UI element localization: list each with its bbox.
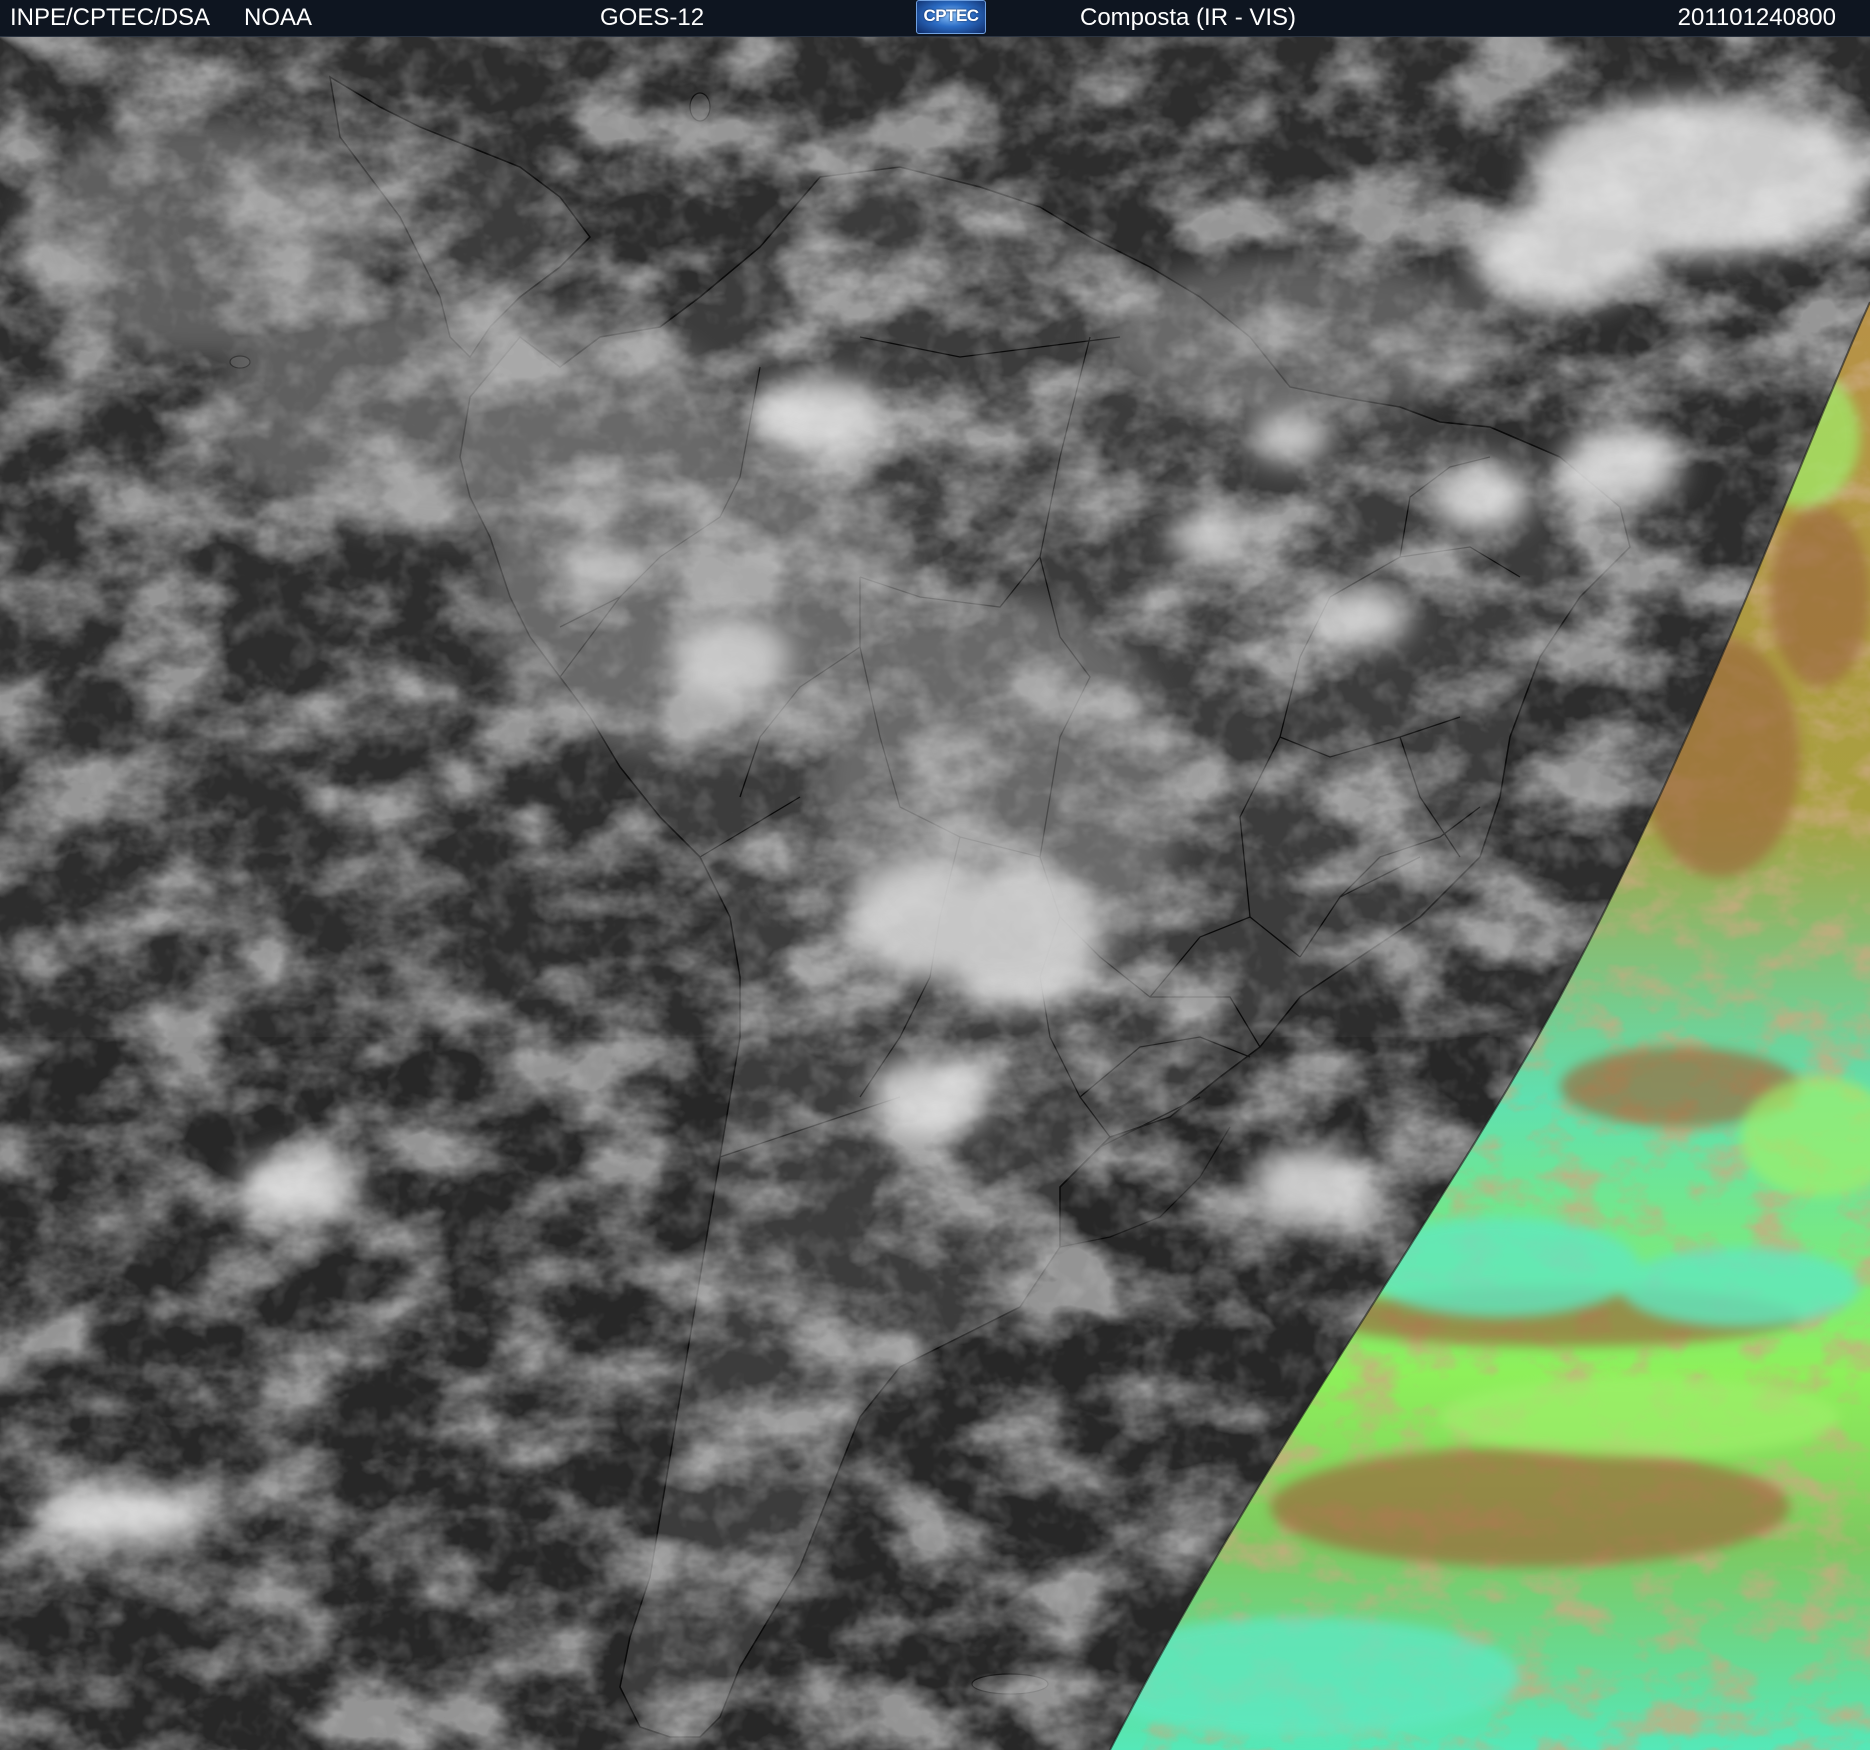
product-label: Composta (IR - VIS)	[1080, 4, 1297, 31]
satellite-label: GOES-12	[600, 4, 705, 31]
header-bar: INPE/CPTEC/DSA NOAA GOES-12 CPTEC Compos…	[0, 0, 1870, 37]
logo-text: CPTEC	[923, 6, 979, 25]
institution-label: INPE/CPTEC/DSA	[10, 4, 211, 31]
datetime-label: 201101240800	[1677, 4, 1836, 31]
satellite-image	[0, 37, 1870, 1750]
cptec-logo: CPTEC	[916, 0, 986, 34]
agency-label: NOAA	[244, 4, 313, 31]
